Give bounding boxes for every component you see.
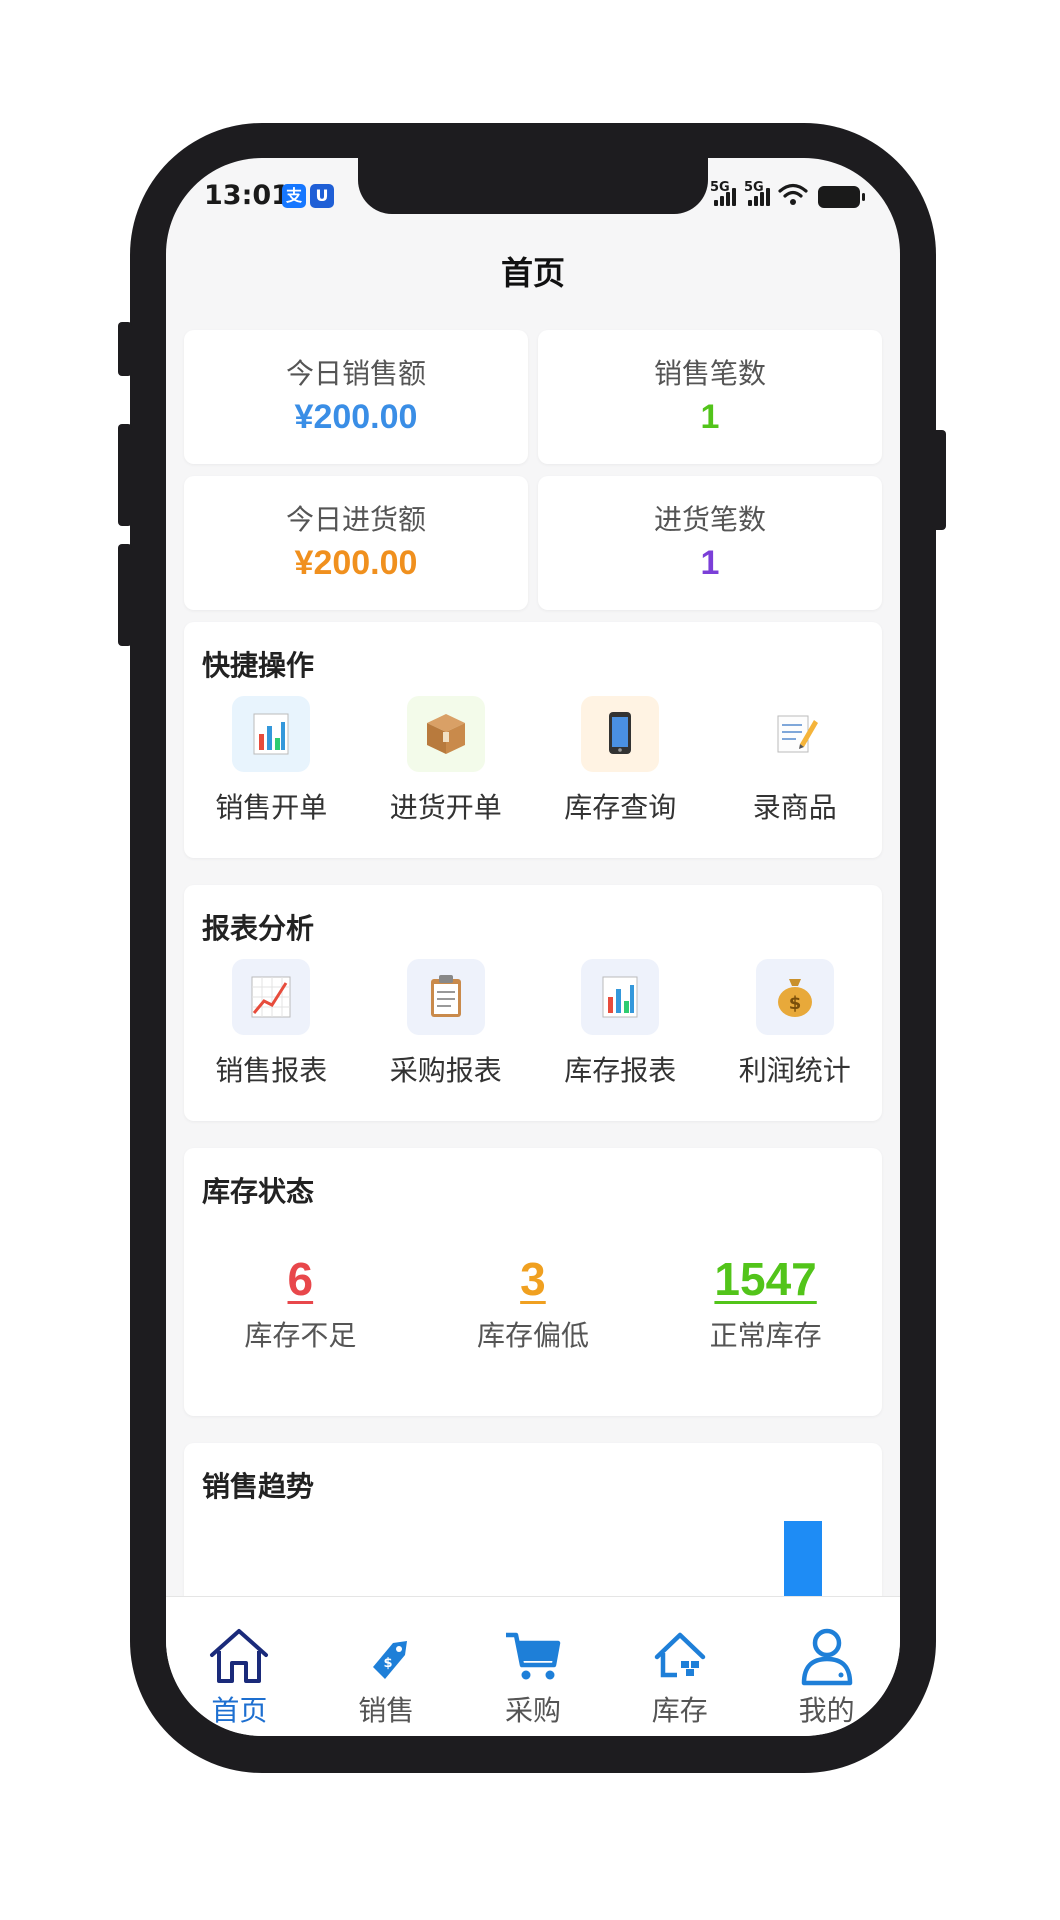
stat-label: 今日销售额	[285, 357, 426, 390]
price-tag-icon: $	[373, 1641, 408, 1679]
stat-card-purchase-count[interactable]: 进货笔数 1	[538, 476, 882, 610]
tab-purchase[interactable]: 采购	[460, 1597, 607, 1736]
report-purchase[interactable]: 采购报表	[359, 959, 534, 1089]
clipboard-icon	[406, 959, 485, 1035]
inventory-label: 库存偏低	[476, 1319, 589, 1352]
inventory-insufficient[interactable]: 6 库存不足	[184, 1252, 417, 1354]
section-title: 库存状态	[202, 1175, 315, 1208]
report-label: 采购报表	[389, 1054, 502, 1087]
stat-card-today-sales[interactable]: 今日销售额 ¥200.00	[184, 330, 528, 464]
stat-card-today-purchase[interactable]: 今日进货额 ¥200.00	[184, 476, 528, 610]
quick-op-purchase-order[interactable]: 进货开单	[359, 696, 534, 826]
report-label: 库存报表	[564, 1054, 677, 1087]
tab-bar: 首页 $ 销售 采购 库存 我的	[166, 1596, 900, 1736]
stat-label: 销售笔数	[653, 357, 766, 390]
warehouse-icon	[654, 1632, 706, 1678]
stat-value: 1	[700, 544, 720, 582]
home-icon	[210, 1629, 269, 1683]
user-icon	[801, 1628, 852, 1686]
tab-sales[interactable]: $ 销售	[313, 1597, 460, 1736]
stat-value: ¥200.00	[294, 544, 418, 582]
tab-label: 我的	[798, 1694, 855, 1727]
bar-chart-icon	[232, 696, 311, 772]
mobile-phone-icon	[581, 696, 660, 772]
report-profit[interactable]: $ 利润统计	[708, 959, 883, 1089]
tab-home[interactable]: 首页	[166, 1597, 313, 1736]
stat-label: 进货笔数	[653, 503, 766, 536]
shopping-cart-icon	[505, 1632, 561, 1680]
inventory-label: 正常库存	[709, 1319, 822, 1352]
quick-op-label: 录商品	[752, 791, 837, 824]
quick-op-label: 库存查询	[564, 791, 677, 824]
inventory-low[interactable]: 3 库存偏低	[417, 1252, 650, 1354]
inventory-normal[interactable]: 1547 正常库存	[649, 1252, 882, 1354]
inventory-count: 6	[287, 1253, 314, 1305]
report-sales[interactable]: 销售报表	[184, 959, 359, 1089]
wifi-icon	[778, 183, 808, 205]
quick-op-label: 进货开单	[389, 791, 502, 824]
stat-card-sales-count[interactable]: 销售笔数 1	[538, 330, 882, 464]
stat-value: 1	[700, 398, 720, 436]
quick-op-stock-query[interactable]: 库存查询	[533, 696, 708, 826]
reports-card: 报表分析 销售报表 采购报表 库存报表 $ 利润统计	[184, 885, 882, 1121]
report-label: 销售报表	[215, 1054, 328, 1087]
quick-ops-card: 快捷操作 销售开单 进货开单 库存查询 录商品	[184, 622, 882, 858]
quick-op-add-product[interactable]: 录商品	[708, 696, 883, 826]
section-title: 销售趋势	[202, 1470, 315, 1503]
notch	[358, 158, 708, 214]
memo-icon	[755, 696, 834, 772]
stat-value: ¥200.00	[294, 398, 418, 436]
quick-op-sales-order[interactable]: 销售开单	[184, 696, 359, 826]
stat-label: 今日进货额	[285, 503, 426, 536]
quick-op-label: 销售开单	[215, 791, 328, 824]
app-screen: 13:01 支 U 5G 5G 首页 今日销售额 ¥200.00 销售笔数 1 …	[166, 158, 900, 1736]
tab-mine[interactable]: 我的	[753, 1597, 900, 1736]
tab-label: 销售	[358, 1694, 415, 1727]
cellular-signal-icon-2	[748, 188, 774, 206]
page-title: 首页	[500, 254, 565, 292]
svg-text:$: $	[384, 1656, 393, 1671]
inventory-label: 库存不足	[244, 1319, 357, 1352]
svg-text:$: $	[788, 993, 801, 1014]
inventory-count: 1547	[714, 1253, 817, 1305]
trend-up-icon	[232, 959, 311, 1035]
battery-icon	[818, 186, 865, 208]
alipay-notification-icon: 支	[282, 184, 306, 208]
package-icon	[406, 696, 485, 772]
section-title: 报表分析	[202, 912, 315, 945]
inventory-status-card: 库存状态 6 库存不足 3 库存偏低 1547 正常库存	[184, 1148, 882, 1416]
report-inventory[interactable]: 库存报表	[533, 959, 708, 1089]
volume-up-button	[118, 424, 132, 526]
tab-label: 库存	[651, 1694, 708, 1727]
report-label: 利润统计	[738, 1054, 851, 1087]
cellular-signal-icon	[714, 188, 740, 206]
app-notification-icon: U	[310, 184, 334, 208]
section-title: 快捷操作	[202, 649, 315, 682]
inventory-count: 3	[520, 1253, 546, 1305]
volume-down-button	[118, 544, 132, 646]
tab-label: 采购	[504, 1694, 561, 1727]
tab-inventory[interactable]: 库存	[606, 1597, 753, 1736]
power-button	[932, 430, 946, 530]
money-bag-icon: $	[755, 959, 834, 1035]
bar-chart-icon	[581, 959, 660, 1035]
status-time: 13:01	[204, 180, 290, 211]
mute-switch	[118, 322, 132, 376]
tab-label: 首页	[211, 1694, 268, 1727]
